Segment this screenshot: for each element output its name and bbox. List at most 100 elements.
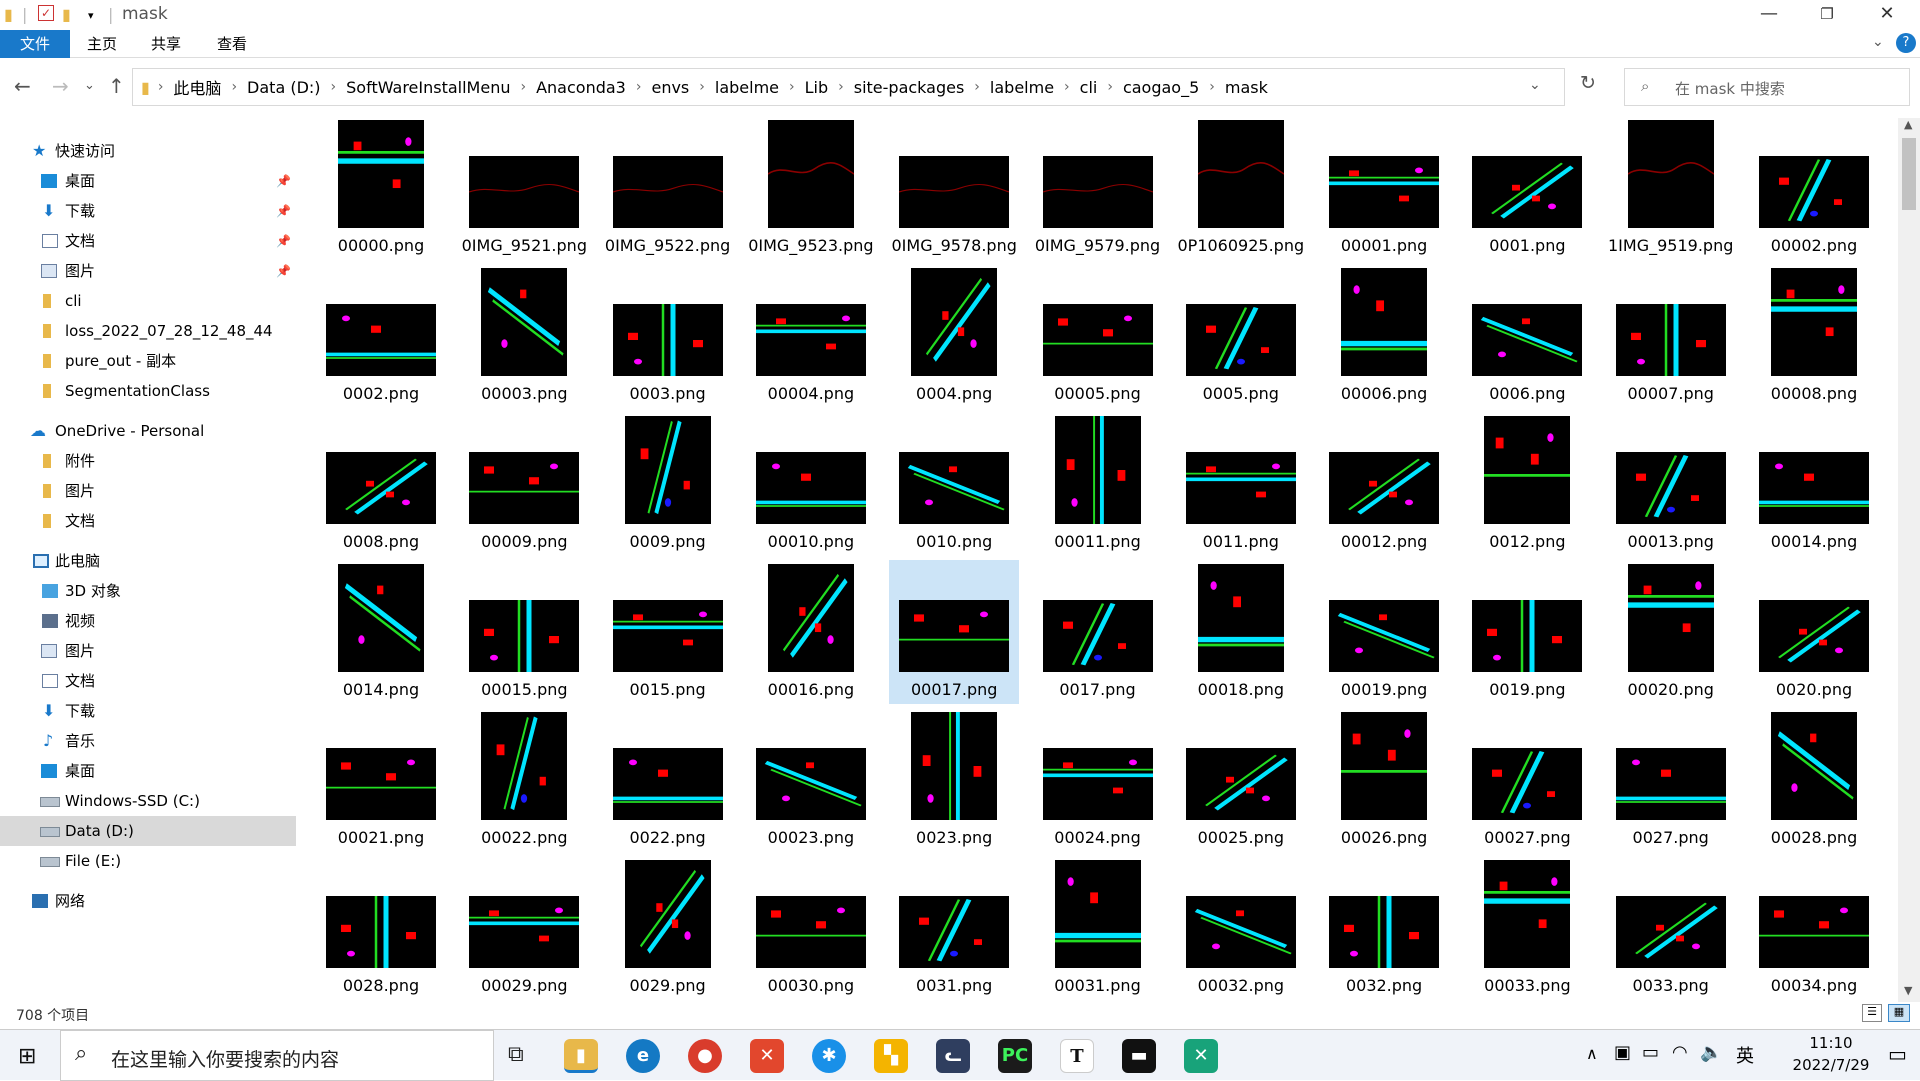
cat-app-icon[interactable]: ᓚ <box>936 1039 970 1073</box>
back-icon[interactable]: ← <box>14 74 31 98</box>
nav-item-drive-e[interactable]: File (E:) <box>0 846 296 876</box>
breadcrumb-item[interactable]: SoftWareInstallMenu <box>340 78 516 97</box>
taskbar-search-input[interactable]: 在这里输入你要搜索的内容 <box>111 1045 339 1072</box>
file-tile[interactable]: 0004.png <box>889 264 1019 408</box>
nav-item-desktop[interactable]: 桌面 📌 <box>0 166 296 196</box>
file-tile[interactable]: 00017.png <box>889 560 1020 704</box>
breadcrumb-item[interactable]: mask <box>1219 78 1274 97</box>
wifi-icon[interactable]: ◠ <box>1672 1042 1688 1063</box>
breadcrumb-item[interactable]: 此电脑 <box>167 75 227 99</box>
file-tile[interactable]: 0032.png <box>1319 856 1449 1000</box>
up-icon[interactable]: ↑ <box>108 74 125 98</box>
breadcrumb-item[interactable]: caogao_5 <box>1117 78 1205 97</box>
chevron-down-icon[interactable]: ⌄ <box>1529 77 1541 93</box>
maximize-button[interactable]: ❐ <box>1798 0 1856 30</box>
recent-locations-icon[interactable]: ⌄ <box>84 78 95 93</box>
file-tile[interactable]: 00021.png <box>316 708 446 852</box>
file-tile[interactable]: 0006.png <box>1462 264 1592 408</box>
file-tile[interactable]: 0IMG_9579.png <box>1033 116 1163 260</box>
nav-item-3d-objects[interactable]: 3D 对象 <box>0 576 296 606</box>
file-tile[interactable]: 0029.png <box>603 856 733 1000</box>
file-tile[interactable]: 0012.png <box>1462 412 1592 556</box>
file-tile[interactable]: 00003.png <box>459 264 589 408</box>
file-tile[interactable]: 0019.png <box>1462 560 1592 704</box>
file-tile[interactable]: 00019.png <box>1319 560 1449 704</box>
file-tile[interactable]: 0003.png <box>603 264 733 408</box>
nav-item-cli[interactable]: cli <box>0 286 296 316</box>
help-icon[interactable]: ? <box>1896 33 1916 53</box>
details-view-icon[interactable]: ☰ <box>1862 1004 1882 1022</box>
file-tile[interactable]: 00029.png <box>459 856 589 1000</box>
star-app-icon[interactable]: ✱ <box>812 1039 846 1073</box>
notification-icon[interactable]: ▭ <box>1888 1042 1907 1066</box>
nav-item-documents[interactable]: 文档 📌 <box>0 226 296 256</box>
file-tile[interactable]: 00028.png <box>1749 708 1879 852</box>
breadcrumb-item[interactable]: Data (D:) <box>241 78 326 97</box>
nav-item-videos[interactable]: 视频 <box>0 606 296 636</box>
file-tile[interactable]: 00007.png <box>1606 264 1736 408</box>
file-tile[interactable]: 0IMG_9578.png <box>889 116 1019 260</box>
nav-item-pure-out[interactable]: pure_out - 副本 <box>0 346 296 376</box>
terminal-icon[interactable]: ▬ <box>1122 1039 1156 1073</box>
taskbar-search[interactable]: ⌕ 在这里输入你要搜索的内容 <box>60 1030 494 1081</box>
pin-icon[interactable]: 📌 <box>276 166 291 196</box>
chevron-right-icon[interactable]: › <box>970 79 984 95</box>
nav-quick-access[interactable]: ★ 快速访问 <box>0 136 296 166</box>
file-tile[interactable]: 00027.png <box>1462 708 1592 852</box>
nav-item-pc-pictures[interactable]: 图片 <box>0 636 296 666</box>
nav-item-onedrive-documents[interactable]: 文档 <box>0 506 296 536</box>
file-tile[interactable]: 00025.png <box>1176 708 1306 852</box>
file-tile[interactable]: 00026.png <box>1319 708 1449 852</box>
nav-item-downloads[interactable]: ⬇ 下载 📌 <box>0 196 296 226</box>
file-tile[interactable]: 00016.png <box>746 560 876 704</box>
nav-item-loss[interactable]: loss_2022_07_28_12_48_44 <box>0 316 296 346</box>
pin-icon[interactable]: 📌 <box>276 226 291 256</box>
pin-icon[interactable]: 📌 <box>276 196 291 226</box>
breadcrumb-item[interactable]: Lib <box>799 78 835 97</box>
app-x-icon[interactable]: ✕ <box>750 1039 784 1073</box>
breadcrumb-item[interactable]: Anaconda3 <box>530 78 632 97</box>
volume-icon[interactable]: 🔈 <box>1700 1042 1722 1063</box>
nav-item-drive-d[interactable]: Data (D:) <box>0 816 296 846</box>
nav-item-pc-desktop[interactable]: 桌面 <box>0 756 296 786</box>
file-tile[interactable]: 0IMG_9523.png <box>746 116 876 260</box>
chevron-right-icon[interactable]: › <box>1205 79 1219 95</box>
search-box[interactable]: ⌕ 在 mask 中搜索 <box>1624 68 1910 106</box>
tab-view[interactable]: 查看 <box>212 30 252 58</box>
file-tile[interactable]: 0011.png <box>1176 412 1306 556</box>
nav-item-drive-c[interactable]: Windows-SSD (C:) <box>0 786 296 816</box>
file-tile[interactable]: 00006.png <box>1319 264 1449 408</box>
typora-icon[interactable]: T <box>1060 1039 1094 1073</box>
file-tile[interactable]: 00022.png <box>459 708 589 852</box>
chevron-right-icon[interactable]: › <box>632 79 646 95</box>
pin-icon[interactable]: 📌 <box>276 256 291 286</box>
file-tile[interactable]: 00005.png <box>1033 264 1163 408</box>
file-tile[interactable]: 00004.png <box>746 264 876 408</box>
file-tile[interactable]: 00032.png <box>1176 856 1306 1000</box>
vertical-scrollbar[interactable]: ▲ ▼ <box>1898 118 1920 1002</box>
nav-item-pc-documents[interactable]: 文档 <box>0 666 296 696</box>
file-tile[interactable]: 00024.png <box>1033 708 1163 852</box>
chevron-right-icon[interactable]: › <box>327 79 341 95</box>
file-tile[interactable]: 00031.png <box>1033 856 1163 1000</box>
properties-icon[interactable]: ✓ <box>38 5 54 21</box>
chevron-right-icon[interactable]: › <box>154 79 168 95</box>
task-view-icon[interactable]: ⧉ <box>508 1042 524 1067</box>
file-tile[interactable]: 0IMG_9521.png <box>459 116 589 260</box>
chevron-right-icon[interactable]: › <box>227 79 241 95</box>
minimize-button[interactable]: — <box>1740 0 1798 30</box>
file-tile[interactable]: 00033.png <box>1462 856 1592 1000</box>
nav-item-music[interactable]: ♪ 音乐 <box>0 726 296 756</box>
scroll-down-icon[interactable]: ▼ <box>1904 984 1912 997</box>
file-tile[interactable]: 0023.png <box>889 708 1019 852</box>
file-tile[interactable]: 0008.png <box>316 412 446 556</box>
chevron-up-icon[interactable]: ∧ <box>1586 1044 1598 1063</box>
file-tile[interactable]: 0009.png <box>603 412 733 556</box>
forward-icon[interactable]: → <box>52 74 69 98</box>
ime-indicator[interactable]: 英 <box>1736 1042 1754 1068</box>
file-tile[interactable]: 0IMG_9522.png <box>603 116 733 260</box>
file-tile[interactable]: 00030.png <box>746 856 876 1000</box>
file-tile[interactable]: 0028.png <box>316 856 446 1000</box>
tab-file[interactable]: 文件 <box>0 30 70 58</box>
file-tile[interactable]: 0P1060925.png <box>1176 116 1306 260</box>
